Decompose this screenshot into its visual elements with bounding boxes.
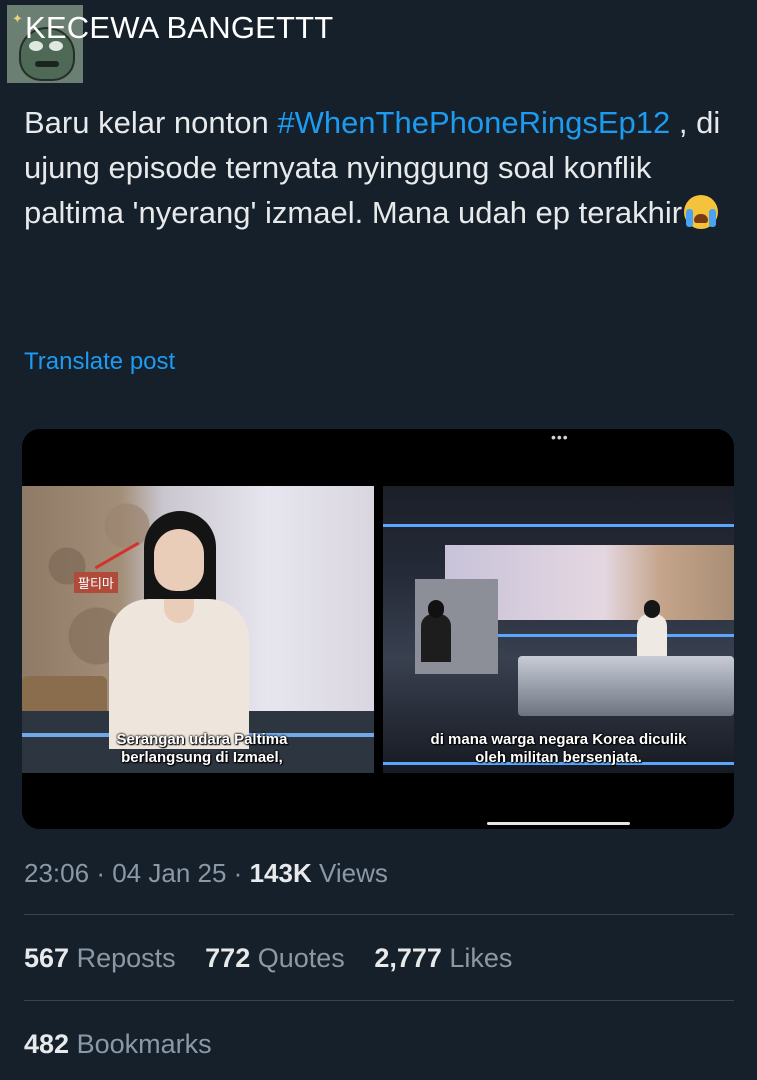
divider xyxy=(24,914,734,915)
home-indicator xyxy=(487,822,630,825)
tweet-header: ✦ KECEWA BANGETTT xyxy=(0,0,757,86)
quotes-count[interactable]: 772 xyxy=(205,943,250,973)
subtitle-left-line1: Serangan udara Paltima xyxy=(116,731,288,748)
bookmarks-stat: 482 Bookmarks xyxy=(24,1029,212,1060)
views-count: 143K xyxy=(249,858,312,888)
media-image-2[interactable]: ••• di mana warga negara Korea diculik o… xyxy=(383,429,734,829)
subtitle-left-line2: berlangsung di Izmael, xyxy=(121,749,283,766)
subtitle-right-line1: di mana warga negara Korea diculik xyxy=(430,731,687,748)
meta-separator: · xyxy=(233,858,243,888)
bookmarks-count[interactable]: 482 xyxy=(24,1029,69,1059)
interpreter-figure xyxy=(421,600,451,662)
reposts-count[interactable]: 567 xyxy=(24,943,69,973)
tweet-meta: 23:06 · 04 Jan 25 · 143K Views xyxy=(24,858,388,889)
subtitle-right: di mana warga negara Korea diculik oleh … xyxy=(383,731,734,767)
meta-separator: · xyxy=(96,858,105,888)
news-anchor-figure xyxy=(637,600,667,662)
quotes-label[interactable]: Quotes xyxy=(258,943,345,973)
translate-post-link[interactable]: Translate post xyxy=(24,348,175,376)
anchor-head xyxy=(644,600,660,618)
interpreter-head xyxy=(428,600,444,618)
news-studio-scene: 팔티마 xyxy=(22,486,374,773)
studio-wide-scene xyxy=(383,486,734,773)
reposts-label[interactable]: Reposts xyxy=(77,943,176,973)
tweet-time[interactable]: 23:06 xyxy=(24,858,89,888)
tweet-date[interactable]: 04 Jan 25 xyxy=(112,858,226,888)
emoji-tear-left xyxy=(686,209,694,227)
anchor-head xyxy=(154,529,204,591)
loudly-crying-face-emoji-icon xyxy=(684,195,719,229)
divider xyxy=(24,1000,734,1001)
tweet-text: Baru kelar nonton #WhenThePhoneRingsEp12… xyxy=(24,100,724,235)
tweet-text-before: Baru kelar nonton xyxy=(24,105,278,140)
bookmarks-label[interactable]: Bookmarks xyxy=(77,1029,212,1059)
hashtag-link[interactable]: #WhenThePhoneRingsEp12 xyxy=(277,105,670,140)
studio-desk xyxy=(518,656,734,716)
subtitle-left: Serangan udara Paltima berlangsung di Iz… xyxy=(62,731,342,767)
studio-light-strip xyxy=(483,634,734,637)
media-image-1[interactable]: 팔티마 Serangan udara Paltima berlangsung d… xyxy=(22,429,374,829)
top-indicator: ••• xyxy=(551,429,569,445)
likes-count[interactable]: 2,777 xyxy=(374,943,442,973)
news-anchor-figure xyxy=(104,511,254,751)
sparkle-icon: ✦ xyxy=(12,11,23,26)
likes-label[interactable]: Likes xyxy=(449,943,512,973)
emoji-tear-right xyxy=(709,209,717,227)
author-display-name[interactable]: KECEWA BANGETTT xyxy=(25,10,333,46)
studio-light-strip xyxy=(383,524,734,527)
views-label: Views xyxy=(318,858,388,888)
media-grid: 팔티마 Serangan udara Paltima berlangsung d… xyxy=(22,429,734,829)
avatar-mouth xyxy=(35,61,59,67)
engagement-stats: 567 Reposts 772 Quotes 2,777 Likes xyxy=(24,943,534,974)
subtitle-right-line2: oleh militan bersenjata. xyxy=(475,749,642,766)
emoji-mouth xyxy=(694,214,709,223)
